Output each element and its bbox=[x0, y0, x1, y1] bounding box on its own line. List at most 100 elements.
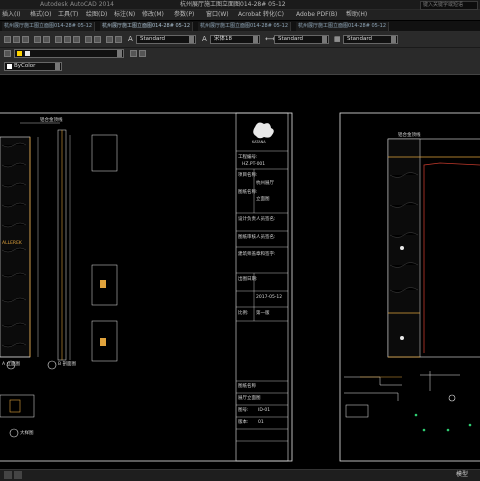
file-tab-bar: 杭州展厅施工图立面图014-28# 05-12 杭州展厅施工图立面图014-28… bbox=[0, 21, 480, 32]
lightbulb-icon bbox=[17, 51, 22, 56]
styles-toolbar: A Standard A 宋体18 ⟷ Standard ▦ Standard bbox=[0, 32, 480, 48]
detail-fill-2 bbox=[100, 338, 106, 346]
menu-acrobat[interactable]: Acrobat 转化(C) bbox=[238, 10, 284, 20]
grid-icon[interactable] bbox=[4, 471, 12, 479]
dim-style-value: Standard bbox=[278, 36, 304, 42]
menu-format[interactable]: 格式(O) bbox=[30, 10, 51, 20]
dim-style-dropdown[interactable]: Standard bbox=[274, 35, 329, 44]
green-markers bbox=[414, 413, 472, 432]
pan-icon[interactable] bbox=[106, 36, 113, 43]
copy-icon[interactable] bbox=[64, 36, 71, 43]
top-label-right: 铝合金顶线 bbox=[398, 133, 421, 138]
font-value: 宋体18 bbox=[214, 36, 232, 42]
tb-scale-value: 第一版 bbox=[256, 311, 270, 316]
tb-company-value: 杭州展厅 bbox=[256, 181, 274, 186]
tb-no-value: ID-01 bbox=[258, 408, 271, 413]
menu-adobe-pdf[interactable]: Adobe PDF(B) bbox=[296, 10, 337, 20]
open-icon[interactable] bbox=[13, 36, 20, 43]
tb-project-name-label: 项目名称: bbox=[238, 173, 258, 178]
tb-designer-label: 设计负责人员签名: bbox=[238, 217, 276, 222]
search-placeholder: 键入关键字或短语 bbox=[423, 2, 464, 8]
properties-toolbar: ByColor bbox=[0, 48, 480, 75]
menu-tools[interactable]: 工具(T) bbox=[58, 10, 78, 20]
font-icon: A bbox=[202, 35, 207, 43]
tb-ver-value: 01 bbox=[258, 420, 264, 425]
table-style-icon: ▦ bbox=[334, 35, 341, 43]
top-label-left: 铝合金顶线 bbox=[40, 118, 63, 123]
color-swatch-icon bbox=[25, 51, 30, 56]
tb-project-no-label: 工程编号: bbox=[238, 155, 258, 160]
tb-drafter-label: 图纸审核人员签名: bbox=[238, 235, 276, 240]
section-label: B 剖面图 bbox=[58, 362, 77, 367]
menu-draw[interactable]: 绘图(D) bbox=[86, 10, 107, 20]
color-swatch-icon bbox=[7, 64, 12, 69]
elevation-label: A 立面图 bbox=[2, 362, 21, 367]
tb-project-no-value: HZ.PT-001 bbox=[242, 162, 266, 167]
menu-window[interactable]: 窗口(W) bbox=[206, 10, 229, 20]
cut-icon[interactable] bbox=[55, 36, 62, 43]
tb-info-label: 图纸名称 bbox=[238, 384, 256, 389]
tb-date-label: 出图日期: bbox=[238, 277, 258, 282]
new-icon[interactable] bbox=[4, 36, 11, 43]
text-style-icon: A bbox=[128, 35, 133, 43]
menu-modify[interactable]: 修改(M) bbox=[142, 10, 164, 20]
detail-box-1 bbox=[91, 134, 118, 172]
tb-info-value: 展厅立面图 bbox=[238, 396, 261, 401]
table-style-dropdown[interactable]: Standard bbox=[343, 35, 398, 44]
zoom-icon[interactable] bbox=[115, 36, 122, 43]
base-detail bbox=[344, 371, 460, 418]
chevron-down-icon bbox=[117, 50, 122, 57]
detail-fill bbox=[100, 280, 106, 288]
menu-insert[interactable]: 插入(I) bbox=[2, 10, 20, 20]
detail-label: 大样图 bbox=[20, 431, 34, 436]
menu-parameters[interactable]: 参数(P) bbox=[174, 10, 194, 20]
redo-icon[interactable] bbox=[94, 36, 101, 43]
section-marker-2 bbox=[47, 360, 57, 370]
model-canvas[interactable]: 铝合金顶线 铝合金顶线 ALLEREK A 立面图 B 剖面图 大样图 KATA… bbox=[0, 75, 480, 469]
detail-box-4 bbox=[0, 394, 35, 418]
marker-dot-2 bbox=[400, 336, 404, 340]
model-tab[interactable]: 模型 bbox=[456, 470, 468, 480]
tb-no-label: 图号: bbox=[238, 408, 249, 413]
preview-icon[interactable] bbox=[43, 36, 50, 43]
status-bar: 模型 bbox=[0, 469, 480, 481]
make-current-icon[interactable] bbox=[130, 50, 137, 57]
file-tab-2[interactable]: 杭州展厅施工图立面图014-28# 05-12 bbox=[100, 22, 194, 31]
file-tab-1[interactable]: 杭州展厅施工图立面图014-28# 05-12 bbox=[2, 22, 96, 31]
detail-fill-3 bbox=[9, 399, 21, 413]
mid-label: ALLEREK bbox=[2, 241, 22, 246]
logo-cloud-icon bbox=[253, 122, 274, 139]
plot-icon[interactable] bbox=[34, 36, 41, 43]
elevation-panel bbox=[0, 136, 31, 358]
tb-drawing-label: 图纸名称: bbox=[238, 190, 258, 195]
text-style-dropdown[interactable]: Standard bbox=[136, 35, 196, 44]
tb-scale-label: 比例: bbox=[238, 311, 249, 316]
marker-dot bbox=[400, 246, 404, 250]
snap-icon[interactable] bbox=[14, 471, 22, 479]
menu-bar: 插入(I) 格式(O) 工具(T) 绘图(D) 标注(N) 修改(M) 参数(P… bbox=[0, 10, 480, 20]
tb-approval-label: 建筑师盖章和签字: bbox=[238, 252, 276, 257]
tb-date-value: 2017-05-12 bbox=[256, 295, 283, 300]
logo-text: KATANA bbox=[252, 140, 266, 144]
color-dropdown[interactable]: ByColor bbox=[4, 62, 62, 71]
document-title: 杭州展厅施工图立面图014-28# 05-12 bbox=[180, 1, 286, 8]
chevron-down-icon bbox=[55, 63, 60, 70]
menu-dimension[interactable]: 标注(N) bbox=[114, 10, 135, 20]
undo-icon[interactable] bbox=[85, 36, 92, 43]
font-dropdown[interactable]: 宋体18 bbox=[210, 35, 260, 44]
file-tab-4[interactable]: 杭州展厅施工图立面图014-28# 05-12 bbox=[296, 22, 390, 31]
table-style-value: Standard bbox=[347, 36, 373, 42]
detail-marker bbox=[9, 428, 19, 438]
search-box[interactable]: 键入关键字或短语 bbox=[420, 1, 478, 10]
layer-dropdown[interactable] bbox=[14, 49, 124, 58]
save-icon[interactable] bbox=[22, 36, 29, 43]
layer-previous-icon[interactable] bbox=[139, 50, 146, 57]
menu-help[interactable]: 帮助(H) bbox=[346, 10, 367, 20]
layer-manager-icon[interactable] bbox=[4, 50, 11, 57]
text-style-value: Standard bbox=[140, 36, 166, 42]
red-outline bbox=[423, 162, 480, 353]
file-tab-3[interactable]: 杭州展厅施工图立面图014-28# 05-12 bbox=[198, 22, 292, 31]
paste-icon[interactable] bbox=[73, 36, 80, 43]
app-title: Autodesk AutoCAD 2014 bbox=[40, 1, 114, 8]
tb-ver-label: 版本: bbox=[238, 420, 249, 425]
